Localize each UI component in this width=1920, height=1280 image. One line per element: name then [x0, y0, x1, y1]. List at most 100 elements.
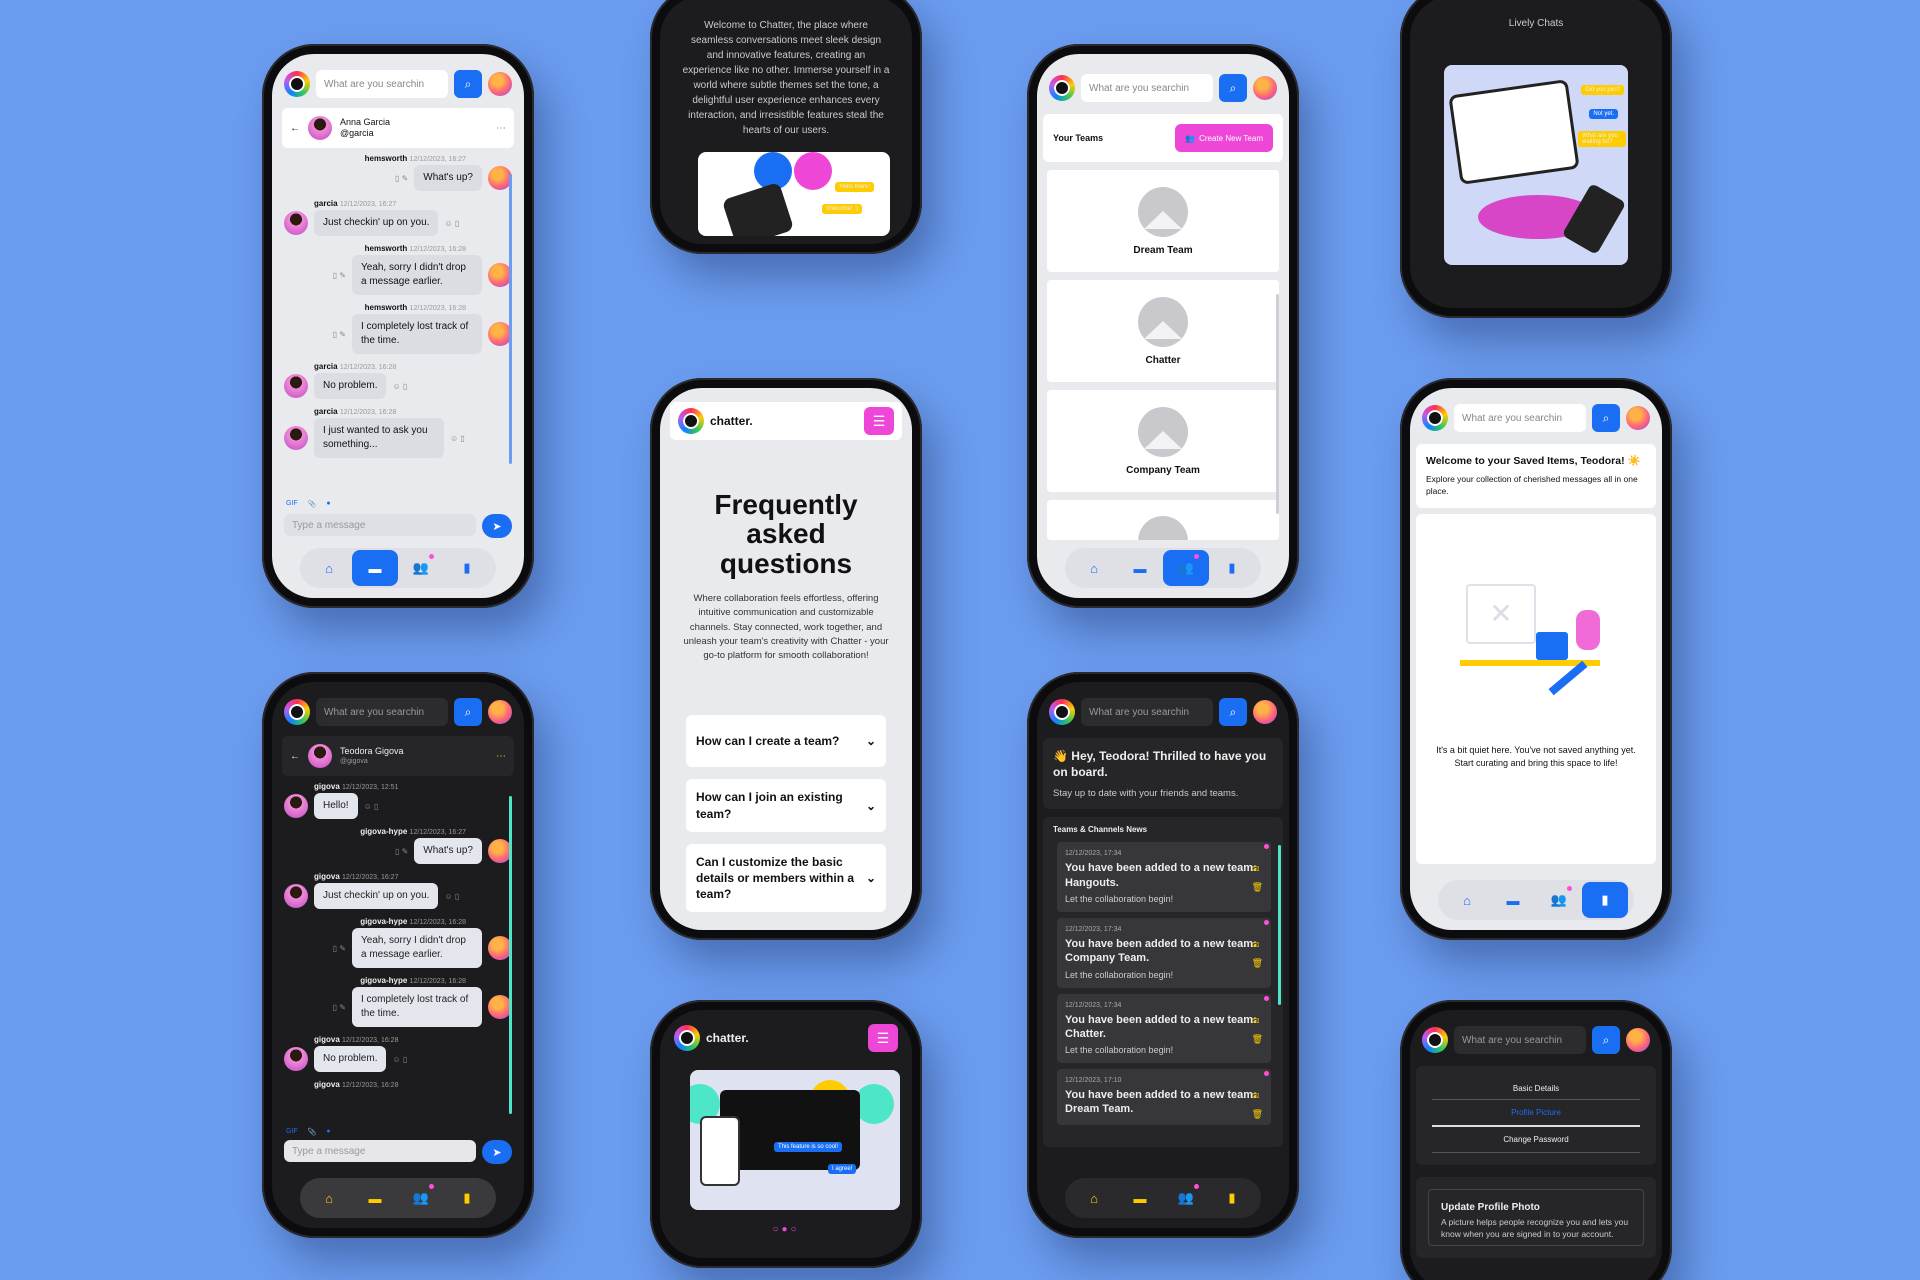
teams-icon[interactable]: 👥 — [398, 550, 444, 586]
search-icon[interactable]: ⌕ — [454, 698, 482, 726]
chat-icon[interactable]: ▬ — [1117, 550, 1163, 586]
chat-icon[interactable]: ▬ — [1117, 1180, 1163, 1216]
search-input[interactable]: What are you searchin — [316, 698, 448, 726]
news-actions-icon[interactable]: ✉ 🗑 — [1252, 860, 1263, 896]
message-actions-icon[interactable]: ☺ ▯ — [450, 434, 465, 443]
bookmark-icon[interactable]: ▮ — [1582, 882, 1628, 918]
chatter-logo[interactable] — [284, 699, 310, 725]
search-input[interactable]: What are you searchin — [316, 70, 448, 98]
home-icon[interactable]: ⌂ — [306, 550, 352, 586]
avatar[interactable] — [1253, 700, 1277, 724]
message-bubble[interactable]: No problem. — [314, 1046, 387, 1072]
faq-item[interactable]: Can I customize the basic details or mem… — [686, 843, 886, 913]
message-bubble[interactable]: Just checkin' up on you. — [314, 883, 439, 909]
more-icon[interactable]: ⋯ — [496, 123, 506, 134]
message-actions-icon[interactable]: ▯ ✎ — [333, 944, 346, 953]
bookmark-icon[interactable]: ▮ — [1209, 1180, 1255, 1216]
send-icon[interactable]: ➤ — [482, 514, 512, 538]
bookmark-icon[interactable]: ▮ — [444, 550, 490, 586]
tab-basic-details[interactable]: Basic Details — [1432, 1078, 1640, 1100]
emoji-icon[interactable]: ● — [326, 500, 330, 508]
emoji-icon[interactable]: ● — [326, 1128, 330, 1136]
create-team-button[interactable]: 👥 Create New Team — [1175, 124, 1273, 152]
message-bubble[interactable]: Yeah, sorry I didn't drop a message earl… — [352, 255, 482, 295]
home-icon[interactable]: ⌂ — [1071, 550, 1117, 586]
message-actions-icon[interactable]: ▯ ✎ — [333, 271, 346, 280]
message-actions-icon[interactable]: ☺ ▯ — [392, 382, 407, 391]
news-actions-icon[interactable]: ✉ 🗑 — [1252, 1087, 1263, 1123]
search-input[interactable]: What are you searchin — [1454, 1026, 1586, 1054]
menu-icon[interactable]: ☰ — [864, 407, 894, 435]
message-bubble[interactable]: What's up? — [414, 165, 482, 191]
teams-icon[interactable]: 👥 — [1163, 1180, 1209, 1216]
news-item[interactable]: 12/12/2023, 17:34 You have been added to … — [1057, 842, 1271, 912]
search-icon[interactable]: ⌕ — [1219, 698, 1247, 726]
message-actions-icon[interactable]: ▯ ✎ — [395, 174, 408, 183]
message-bubble[interactable]: What's up? — [414, 838, 482, 864]
home-icon[interactable]: ⌂ — [1444, 882, 1490, 918]
attach-icon[interactable]: 📎 — [308, 1128, 317, 1136]
news-actions-icon[interactable]: ✉ 🗑 — [1252, 936, 1263, 972]
search-icon[interactable]: ⌕ — [1592, 1026, 1620, 1054]
news-item[interactable]: 12/12/2023, 17:34 You have been added to … — [1057, 993, 1271, 1064]
message-bubble[interactable]: No problem. — [314, 373, 387, 399]
scrollbar[interactable] — [509, 174, 512, 464]
faq-item[interactable]: How can I create a team? ⌄ — [686, 715, 886, 768]
message-bubble[interactable]: I completely lost track of the time. — [352, 314, 482, 354]
message-actions-icon[interactable]: ▯ ✎ — [333, 330, 346, 339]
carousel-dots[interactable]: ○●○ — [660, 1224, 912, 1235]
chatter-logo[interactable] — [1049, 699, 1075, 725]
search-icon[interactable]: ⌕ — [1592, 404, 1620, 432]
attach-icon[interactable]: 📎 — [308, 500, 317, 508]
menu-icon[interactable]: ☰ — [868, 1024, 898, 1052]
avatar[interactable] — [488, 72, 512, 96]
chatter-logo[interactable] — [284, 71, 310, 97]
bookmark-icon[interactable]: ▮ — [444, 1180, 490, 1216]
search-input[interactable]: What are you searchin — [1081, 74, 1213, 102]
avatar[interactable] — [1253, 76, 1277, 100]
message-bubble[interactable]: Hello! — [314, 793, 358, 819]
teams-icon[interactable]: 👥 — [1163, 550, 1209, 586]
news-actions-icon[interactable]: ✉ 🗑 — [1252, 1012, 1263, 1048]
chatter-logo[interactable] — [1422, 405, 1448, 431]
news-item[interactable]: 12/12/2023, 17:10 You have been added to … — [1057, 1069, 1271, 1125]
team-card[interactable]: Company Team — [1047, 390, 1279, 492]
tab-change-password[interactable]: Change Password — [1432, 1127, 1640, 1153]
search-icon[interactable]: ⌕ — [1219, 74, 1247, 102]
team-card[interactable]: Chatter — [1047, 280, 1279, 382]
send-icon[interactable]: ➤ — [482, 1140, 512, 1164]
search-input[interactable]: What are you searchin — [1081, 698, 1213, 726]
message-bubble[interactable]: I completely lost track of the time. — [352, 987, 482, 1027]
message-actions-icon[interactable]: ☺ ▯ — [444, 892, 459, 901]
scrollbar[interactable] — [1276, 294, 1279, 514]
faq-item[interactable]: How can I join an existing team? ⌄ — [686, 779, 886, 832]
message-input[interactable]: Type a message — [284, 514, 476, 536]
search-input[interactable]: What are you searchin — [1454, 404, 1586, 432]
avatar[interactable] — [488, 700, 512, 724]
chatter-logo[interactable] — [1049, 75, 1075, 101]
tab-profile-picture[interactable]: Profile Picture — [1432, 1100, 1640, 1127]
chat-icon[interactable]: ▬ — [1490, 882, 1536, 918]
team-card[interactable]: Dream Team — [1047, 170, 1279, 272]
chatter-logo[interactable] — [674, 1025, 700, 1051]
message-input[interactable]: Type a message — [284, 1140, 476, 1162]
message-actions-icon[interactable]: ▯ ✎ — [395, 847, 408, 856]
search-icon[interactable]: ⌕ — [454, 70, 482, 98]
chat-icon[interactable]: ▬ — [352, 1180, 398, 1216]
team-card[interactable] — [1047, 500, 1279, 540]
news-item[interactable]: 12/12/2023, 17:34 You have been added to … — [1057, 917, 1271, 988]
message-bubble[interactable]: Yeah, sorry I didn't drop a message earl… — [352, 928, 482, 968]
message-actions-icon[interactable]: ☺ ▯ — [392, 1055, 407, 1064]
message-actions-icon[interactable]: ☺ ▯ — [444, 219, 459, 228]
chat-icon[interactable]: ▬ — [352, 550, 398, 586]
scrollbar[interactable] — [509, 796, 512, 1114]
chatter-logo[interactable] — [1422, 1027, 1448, 1053]
avatar[interactable] — [1626, 1028, 1650, 1052]
home-icon[interactable]: ⌂ — [306, 1180, 352, 1216]
more-icon[interactable]: ⋯ — [496, 751, 506, 762]
message-bubble[interactable]: Just checkin' up on you. — [314, 210, 439, 236]
message-actions-icon[interactable]: ☺ ▯ — [364, 802, 379, 811]
message-bubble[interactable]: I just wanted to ask you something... — [314, 418, 444, 458]
gif-button[interactable]: GIF — [286, 1128, 298, 1136]
message-actions-icon[interactable]: ▯ ✎ — [333, 1003, 346, 1012]
